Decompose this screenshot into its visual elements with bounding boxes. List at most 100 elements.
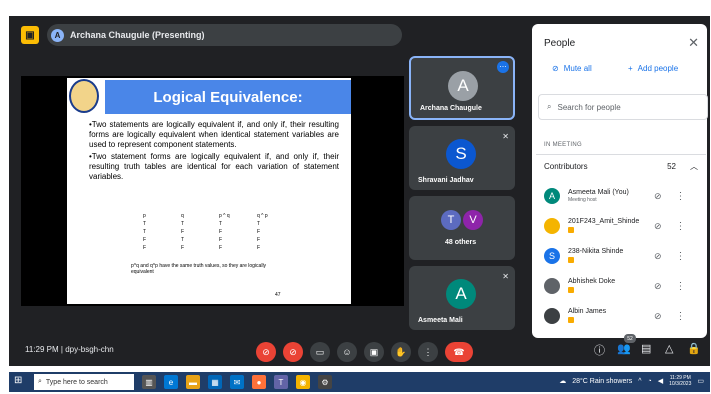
contributor-badge-icon bbox=[568, 316, 574, 323]
raise-hand-button[interactable]: ✋ bbox=[391, 342, 411, 362]
avatar: A bbox=[446, 279, 476, 309]
control-bar: 11:29 PM | dpy-bsgh-chn ⊘ ⊘ ▭ ☺ ▣ ✋ ⋮ ☎ … bbox=[9, 334, 710, 366]
more-options-icon[interactable]: ⋮ bbox=[676, 311, 686, 322]
search-icon: ⌕ bbox=[38, 378, 42, 385]
table-cell: F bbox=[257, 237, 261, 243]
avatar: A bbox=[544, 188, 560, 204]
store-icon[interactable]: ▦ bbox=[208, 375, 222, 389]
tile-others[interactable]: T V 48 others bbox=[409, 196, 515, 260]
mic-off-icon: ⊘ bbox=[262, 346, 270, 357]
more-options-button[interactable]: ⋮ bbox=[418, 342, 438, 362]
table-cell: T bbox=[257, 221, 261, 227]
table-header-cell: p bbox=[143, 213, 146, 219]
network-icon[interactable]: ◔ bbox=[648, 378, 652, 385]
captions-icon: ▭ bbox=[315, 346, 325, 357]
weather-icon: ☁ bbox=[559, 378, 567, 385]
taskbar-search-input[interactable]: ⌕ Type here to search bbox=[34, 374, 134, 390]
table-row: F T F F bbox=[143, 236, 295, 244]
chevron-up-icon[interactable]: ︿ bbox=[690, 161, 698, 172]
notifications-icon[interactable]: ▭ bbox=[697, 377, 704, 385]
list-item[interactable]: S 238-Nikita Shinde ⊘ ⋮ bbox=[544, 242, 704, 270]
table-note: p^q and q^p have the same truth values, … bbox=[131, 263, 267, 275]
tile-name: 48 others bbox=[445, 239, 477, 246]
file-explorer-icon[interactable]: ▬ bbox=[186, 375, 200, 389]
volume-icon[interactable]: ◀ bbox=[658, 377, 663, 385]
more-options-icon[interactable]: ⋮ bbox=[676, 251, 686, 262]
people-icon[interactable]: 👥 bbox=[617, 342, 631, 355]
clock[interactable]: 11:29 PM 10/3/2023 bbox=[669, 375, 691, 387]
slide-header: Logical Equivalence: bbox=[67, 78, 351, 116]
more-options-icon[interactable]: ⋮ bbox=[676, 191, 686, 202]
settings-icon[interactable]: ⚙ bbox=[318, 375, 332, 389]
present-button[interactable]: ▣ bbox=[364, 342, 384, 362]
info-icon[interactable]: ⓘ bbox=[594, 342, 605, 358]
present-icon: ▣ bbox=[369, 346, 379, 357]
person-name: Albin James bbox=[568, 307, 607, 315]
people-panel: People ✕ ⊘ Mute all + Add people ⌕ Searc… bbox=[532, 24, 708, 338]
more-options-icon[interactable]: ⋯ bbox=[497, 61, 509, 73]
slide-bullets: •Two statements are logically equivalent… bbox=[89, 120, 339, 184]
search-icon: ⌕ bbox=[547, 102, 552, 111]
mic-off-icon[interactable]: ⊘ bbox=[654, 221, 662, 232]
mail-icon[interactable]: ✉ bbox=[230, 375, 244, 389]
group-label: Contributors bbox=[544, 162, 588, 171]
avatar bbox=[544, 308, 560, 324]
lock-icon[interactable]: 🔒 bbox=[687, 342, 701, 355]
firefox-icon[interactable]: ● bbox=[252, 375, 266, 389]
contributor-badge-icon bbox=[568, 226, 574, 233]
mute-all-label: Mute all bbox=[563, 64, 592, 73]
contributor-badge-icon bbox=[568, 286, 574, 293]
list-item[interactable]: Abhishek Doke ⊘ ⋮ bbox=[544, 272, 704, 300]
mic-off-icon[interactable]: ⊘ bbox=[654, 191, 662, 202]
mic-off-icon[interactable]: ⊘ bbox=[654, 311, 662, 322]
windows-taskbar: ⊞ ⌕ Type here to search ▥ e ▬ ▦ ✉ ● T ◉ … bbox=[9, 372, 710, 392]
mic-off-icon[interactable]: ⊘ bbox=[654, 281, 662, 292]
table-cell: F bbox=[257, 229, 261, 235]
list-item[interactable]: Albin James ⊘ ⋮ bbox=[544, 302, 704, 330]
person-name: 201F243_Amit_Shinde bbox=[568, 217, 640, 225]
avatar: A bbox=[448, 71, 478, 101]
avatar bbox=[544, 278, 560, 294]
table-cell: T bbox=[219, 221, 223, 227]
contributors-header[interactable]: Contributors 52 ︿ bbox=[536, 154, 706, 178]
tile-shravani[interactable]: ✕ S Shravani Jadhav bbox=[409, 126, 515, 190]
presenter-label: Archana Chaugule (Presenting) bbox=[70, 30, 205, 40]
activities-icon[interactable]: △ bbox=[665, 342, 673, 355]
college-logo bbox=[69, 79, 99, 113]
reactions-button[interactable]: ☺ bbox=[337, 342, 357, 362]
list-item[interactable]: A Asmeeta Mali (You) Meeting host ⊘ ⋮ bbox=[544, 182, 704, 210]
add-people-button[interactable]: + Add people bbox=[628, 64, 678, 73]
add-person-icon: + bbox=[628, 64, 633, 73]
edge-icon[interactable]: e bbox=[164, 375, 178, 389]
captions-button[interactable]: ▭ bbox=[310, 342, 330, 362]
more-options-icon[interactable]: ⋮ bbox=[676, 221, 686, 232]
present-icon[interactable]: ▣ bbox=[21, 26, 39, 44]
mute-all-button[interactable]: ⊘ Mute all bbox=[552, 64, 592, 73]
more-options-icon: ⋮ bbox=[423, 346, 433, 357]
mic-off-icon[interactable]: ⊘ bbox=[654, 251, 662, 262]
more-options-icon[interactable]: ⋮ bbox=[676, 281, 686, 292]
weather-text[interactable]: 28°C Rain showers bbox=[572, 378, 632, 385]
table-cell: T bbox=[143, 229, 147, 235]
slide-page-number: 47 bbox=[275, 292, 281, 298]
teams-icon[interactable]: T bbox=[274, 375, 288, 389]
mic-off-icon: ⊘ bbox=[552, 64, 559, 73]
list-item[interactable]: 201F243_Amit_Shinde ⊘ ⋮ bbox=[544, 212, 704, 240]
avatar: T bbox=[441, 210, 461, 230]
end-call-button[interactable]: ☎ bbox=[445, 342, 473, 362]
system-tray: ☁ 28°C Rain showers ^ ◔ ◀ 11:29 PM 10/3/… bbox=[559, 375, 704, 387]
presenter-pill[interactable]: A Archana Chaugule (Presenting) bbox=[47, 24, 402, 46]
people-search-input[interactable]: ⌕ Search for people bbox=[538, 94, 708, 120]
windows-start-icon[interactable]: ⊞ bbox=[14, 375, 28, 389]
tile-asmeeta[interactable]: ✕ A Asmeeta Mali bbox=[409, 266, 515, 330]
person-sub: Meeting host bbox=[568, 197, 597, 203]
tile-archana[interactable]: ⋯ A Archana Chaugule bbox=[409, 56, 515, 120]
camera-toggle-button[interactable]: ⊘ bbox=[283, 342, 303, 362]
mic-toggle-button[interactable]: ⊘ bbox=[256, 342, 276, 362]
chat-icon[interactable]: ▤ bbox=[641, 342, 651, 355]
close-icon[interactable]: ✕ bbox=[688, 35, 699, 51]
person-name: 238-Nikita Shinde bbox=[568, 247, 624, 255]
chevron-up-icon[interactable]: ^ bbox=[638, 378, 641, 385]
task-view-icon[interactable]: ▥ bbox=[142, 375, 156, 389]
chrome-icon[interactable]: ◉ bbox=[296, 375, 310, 389]
